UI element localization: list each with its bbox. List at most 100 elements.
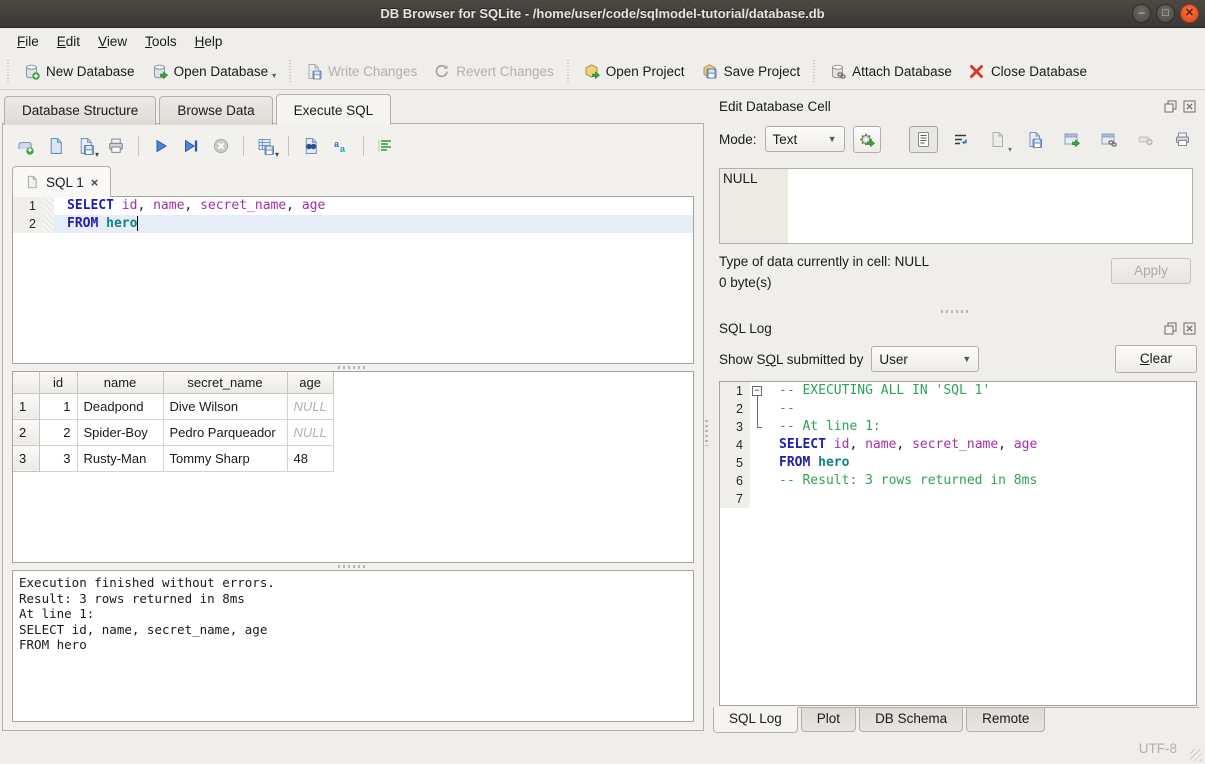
print-button[interactable] (102, 133, 130, 159)
column-header-name[interactable]: name (77, 372, 163, 393)
toolbar-button-label: Write Changes (328, 64, 417, 79)
menu-tools[interactable]: Tools (136, 30, 186, 53)
save-results-button[interactable]: ▾ (252, 133, 280, 159)
code-text: SELECT id, name, secret_name, age (766, 436, 1196, 454)
menu-view[interactable]: View (89, 30, 136, 53)
sql-log-view[interactable]: 1−-- EXECUTING ALL IN 'SQL 1'2--3-- At l… (719, 381, 1197, 706)
close-button[interactable]: ✕ (1180, 4, 1199, 23)
save-project-button[interactable]: Save Project (693, 59, 809, 84)
fold-margin (43, 215, 54, 233)
minimize-button[interactable]: – (1132, 4, 1151, 23)
edit-cell-close-icon[interactable] (1182, 99, 1197, 114)
mode-combobox[interactable]: Text ▼ (765, 126, 845, 152)
apply-button[interactable]: Apply (1111, 258, 1191, 284)
table-cell[interactable]: Spider-Boy (77, 419, 163, 445)
cell-null-gray-icon (1137, 131, 1154, 148)
table-cell[interactable]: 48 (287, 445, 333, 471)
execution-message-box[interactable]: Execution finished without errors.Result… (12, 570, 694, 722)
column-header-id[interactable]: id (39, 372, 77, 393)
results-message-splitter[interactable] (12, 563, 694, 570)
editor-results-splitter[interactable] (12, 364, 694, 371)
dock-splitter[interactable] (713, 306, 1199, 316)
toolbar-button-label: Revert Changes (456, 64, 554, 79)
cell-export-button[interactable] (1057, 126, 1086, 153)
tab-browse-data[interactable]: Browse Data (159, 96, 272, 125)
menu-help[interactable]: Help (186, 30, 232, 53)
find-icon (302, 137, 320, 155)
menu-file[interactable]: File (8, 30, 48, 53)
table-cell[interactable]: Rusty-Man (77, 445, 163, 471)
code-text: SELECT id, name, secret_name, age (54, 197, 693, 215)
row-header[interactable]: 2 (13, 419, 39, 445)
tab-database-structure[interactable]: Database Structure (4, 96, 156, 125)
sql-document-tab[interactable]: SQL 1 × (12, 166, 111, 197)
toolbar-button-label: Save Project (724, 64, 801, 79)
import-settings-button[interactable] (853, 126, 881, 153)
sql-log-float-icon[interactable] (1163, 321, 1178, 336)
bottom-tab-db-schema[interactable]: DB Schema (859, 708, 963, 732)
play-line-button[interactable] (177, 133, 205, 159)
row-header[interactable]: 1 (13, 393, 39, 419)
main-vertical-splitter[interactable] (704, 90, 709, 733)
print-button[interactable] (1168, 126, 1197, 153)
text-cursor (137, 216, 138, 231)
maximize-button[interactable]: □ (1156, 4, 1175, 23)
find-button[interactable] (297, 133, 325, 159)
open-doc-button[interactable] (42, 133, 70, 159)
dropdown-arrow-icon[interactable]: ▾ (275, 150, 279, 159)
attach-database-button[interactable]: Attach Database (821, 59, 960, 84)
row-header[interactable]: 3 (13, 445, 39, 471)
dropdown-arrow-icon[interactable]: ▾ (272, 71, 276, 80)
cell-wrap-button[interactable] (946, 126, 975, 153)
sql-log-filter-combobox[interactable]: User ▼ (871, 346, 979, 372)
message-line: SELECT id, name, secret_name, age (19, 622, 687, 638)
format-button[interactable] (372, 133, 400, 159)
column-header-secret-name[interactable]: secret_name (163, 372, 287, 393)
title-bar[interactable]: DB Browser for SQLite - /home/user/code/… (0, 0, 1205, 28)
print-icon (107, 137, 125, 155)
bottom-tab-plot[interactable]: Plot (801, 708, 856, 732)
cell-link-button[interactable] (1094, 126, 1123, 153)
main-toolbar: New DatabaseOpen Database▾ Write Changes R… (0, 54, 1205, 90)
dropdown-arrow-icon[interactable]: ▾ (95, 150, 99, 159)
close-database-button[interactable]: Close Database (960, 59, 1095, 84)
toolbar-grip (287, 60, 294, 84)
message-line: FROM hero (19, 637, 687, 653)
table-cell[interactable]: Tommy Sharp (163, 445, 287, 471)
db-new-icon (23, 63, 40, 80)
new-database-button[interactable]: New Database (15, 59, 143, 84)
table-cell[interactable]: Pedro Parqueador (163, 419, 287, 445)
table-cell[interactable]: NULL (287, 393, 333, 419)
cell-value-editor[interactable]: NULL (719, 168, 1193, 244)
table-cell[interactable]: Deadpond (77, 393, 163, 419)
sql-document-tab-close-icon[interactable]: × (91, 175, 99, 190)
open-database-button[interactable]: Open Database▾ (143, 59, 285, 84)
sql-log-close-icon[interactable] (1182, 321, 1197, 336)
tab-new-button[interactable] (12, 133, 40, 159)
edit-cell-float-icon[interactable] (1163, 99, 1178, 114)
save-doc-button[interactable]: ▾ (72, 133, 100, 159)
clear-log-button[interactable]: Clear (1115, 345, 1197, 373)
play-button[interactable] (147, 133, 175, 159)
table-cell[interactable]: Dive Wilson (163, 393, 287, 419)
menu-edit[interactable]: Edit (48, 30, 89, 53)
cell-text-active-button[interactable] (909, 126, 938, 153)
cell-saveas-button[interactable] (1020, 126, 1049, 153)
results-grid[interactable]: idnamesecret_nameage11DeadpondDive Wilso… (12, 371, 694, 563)
open-project-button[interactable]: Open Project (575, 59, 693, 84)
tab-execute-sql[interactable]: Execute SQL (276, 94, 392, 125)
table-cell[interactable]: 3 (39, 445, 77, 471)
bottom-tab-sql-log[interactable]: SQL Log (713, 707, 798, 733)
cell-export-icon (1063, 131, 1080, 148)
grid-corner[interactable] (13, 372, 39, 393)
table-cell[interactable]: 2 (39, 419, 77, 445)
sql-editor[interactable]: 1SELECT id, name, secret_name, age2FROM … (12, 196, 694, 364)
resize-grip[interactable] (1190, 749, 1202, 761)
table-cell[interactable]: 1 (39, 393, 77, 419)
bottom-tab-remote[interactable]: Remote (966, 708, 1045, 732)
column-header-age[interactable]: age (287, 372, 333, 393)
table-cell[interactable]: NULL (287, 419, 333, 445)
print-icon (1174, 131, 1191, 148)
autocomplete-button[interactable]: aa (327, 133, 355, 159)
fold-marker-icon[interactable]: − (752, 386, 762, 396)
